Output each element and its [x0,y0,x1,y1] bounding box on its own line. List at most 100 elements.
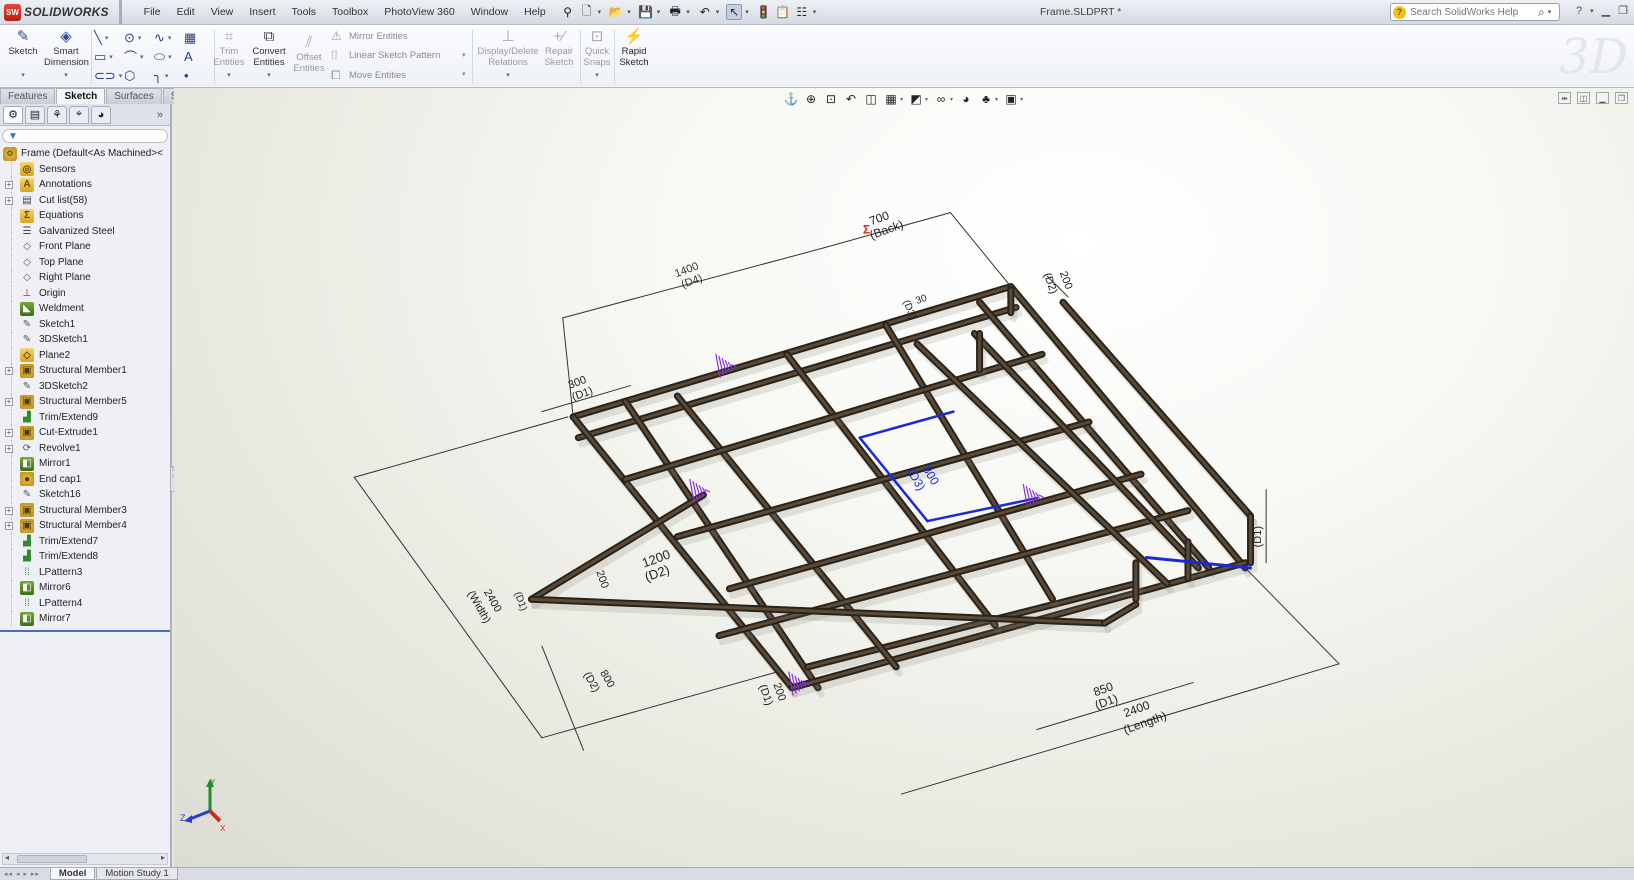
dropdown-arrow-icon[interactable]: ▾ [900,96,903,103]
dropdown-arrow-icon[interactable]: ▾ [745,8,749,16]
circle-tool[interactable]: ⊙ ▾ [124,28,154,47]
repair-sketch-button[interactable]: +⁄ Repair Sketch [542,28,576,68]
tab-navigation-arrows[interactable]: ◂◂ ◂ ▸ ▸▸ [4,870,40,878]
dropdown-arrow-icon[interactable]: ▾ [716,8,720,16]
panel-more-icon[interactable]: » [157,109,163,121]
expand-icon[interactable]: + [5,444,13,453]
slot-tool[interactable]: ⊂⊃ ▾ [94,66,124,85]
trim-dropdown-icon[interactable]: ▾ [212,70,246,81]
tree-item[interactable]: ▟ Trim/Extend8 [0,549,170,565]
undo-icon[interactable]: ↶ [697,4,713,20]
sketch-button[interactable]: ✎ Sketch ▾ [6,28,40,81]
help-button[interactable]: ? [1576,5,1582,17]
view-orientation-dropdown-icon[interactable]: ▦ [884,92,898,106]
rapid-sketch-button[interactable]: ⚡ Rapid Sketch [616,28,652,68]
tree-item[interactable]: ● End cap1 [0,471,170,487]
rebuild-traffic-light-icon[interactable]: 🚦 [756,4,772,20]
hide-show-items-icon[interactable]: ∞ [934,92,948,106]
feature-tree-filter[interactable]: ▼ [2,129,168,143]
solidworks-logo[interactable]: SW SOLIDWORKS [0,0,122,25]
dropdown-arrow-icon[interactable]: ▾ [598,8,602,16]
tree-root-part[interactable]: ⚙ Frame (Default<As Machined>< [0,146,170,162]
tree-item[interactable]: + ▣ Structural Member4 [0,518,170,534]
linear-pattern-dropdown-icon[interactable]: ▾ [462,51,466,59]
dimension-text[interactable]: (D2) [1041,271,1060,295]
linear-sketch-pattern-button[interactable]: ⁞⁞ Linear Sketch Pattern [331,48,440,62]
tab-features[interactable]: Features [0,88,56,104]
expand-icon[interactable]: + [5,196,13,205]
dimension-text[interactable]: 200 [593,569,611,590]
options-icon[interactable]: ☷ [794,4,810,20]
viewport-minimize-button[interactable]: ▁ [1596,92,1609,104]
tab-surfaces[interactable]: Surfaces [106,88,162,104]
quick-snaps-button[interactable]: ⊡ Quick Snaps ▾ [582,28,612,81]
convert-entities-button[interactable]: ⧉ Convert Entities ▾ [250,28,288,81]
dropdown-arrow-icon[interactable]: ▾ [140,53,144,61]
sketch-picture-tool[interactable]: ▦ [184,28,214,47]
rectangle-tool[interactable]: ▭ ▾ [94,47,124,66]
expand-icon[interactable]: + [5,522,13,530]
expand-icon[interactable]: + [5,506,13,515]
panel-horizontal-scrollbar[interactable]: ◂ ▸ [2,853,168,865]
dropdown-arrow-icon[interactable]: ▾ [168,53,172,61]
split-vertical-button[interactable]: ◫ [1577,92,1590,104]
point-tool[interactable]: • [184,66,214,85]
arc-tool[interactable]: ⌒ ▾ [124,47,154,66]
expand-icon[interactable]: + [5,367,13,375]
save-icon[interactable]: 💾 [638,4,654,20]
fillet-tool[interactable]: ╮ ▾ [154,66,184,85]
select-pointer-icon[interactable]: ↖ [726,4,743,20]
menu-view[interactable]: View [203,6,242,18]
help-search-box[interactable]: ? ⌕ ▾ [1390,3,1560,21]
help-search-input[interactable] [1410,6,1538,18]
tab-motion-study-1[interactable]: Motion Study 1 [96,868,178,880]
ellipse-tool[interactable]: ⬭ ▾ [154,47,184,66]
tree-item[interactable]: + ▣ Cut-Extrude1 [0,425,170,441]
help-dropdown-icon[interactable]: ▾ [1590,7,1594,15]
tree-item[interactable]: ◇ Front Plane [0,239,170,255]
scrollbar-thumb[interactable] [17,855,87,863]
tree-item[interactable]: ◧ Mirror7 [0,611,170,627]
tree-item[interactable]: ✎ 3DSketch2 [0,378,170,394]
menu-edit[interactable]: Edit [169,6,203,18]
dropdown-arrow-icon[interactable]: ▾ [1020,96,1023,103]
dropdown-arrow-icon[interactable]: ▾ [686,8,690,16]
text-tool[interactable]: A [184,47,214,66]
tree-item[interactable]: ◣ Weldment [0,301,170,317]
line-tool[interactable]: ╲ ▾ [94,28,124,47]
display-manager-tab[interactable]: ◕ [91,105,111,124]
tree-item[interactable]: ◎ Sensors [0,161,170,177]
tree-item[interactable]: ⊥ Origin [0,285,170,301]
dropdown-arrow-icon[interactable]: ▾ [165,72,169,80]
display-delete-relations-button[interactable]: ⊥ Display/Delete Relations ▾ [476,28,540,81]
menu-photoview-360[interactable]: PhotoView 360 [376,6,462,18]
menu-window[interactable]: Window [463,6,516,18]
trim-entities-button[interactable]: ⌗ Trim Entities ▾ [212,28,246,81]
quick-snaps-dropdown-icon[interactable]: ▾ [582,70,612,81]
graphics-area[interactable]: 700 (Back) 1400 (D4) 300 (D1) 200 (D2) 30 (D3) 800… [174,88,1634,867]
tree-item[interactable]: + ▣ Structural Member5 [0,394,170,410]
dropdown-arrow-icon[interactable]: ▾ [925,96,928,103]
dropdown-arrow-icon[interactable]: ▾ [813,8,817,16]
feature-manager-tab[interactable]: ⚙ [3,105,23,124]
zoom-to-fit-icon[interactable]: ⊕ [804,92,818,106]
dropdown-arrow-icon[interactable]: ▾ [109,53,113,61]
menu-tools[interactable]: Tools [284,6,325,18]
spline-tool[interactable]: ∿ ▾ [154,28,184,47]
tree-item[interactable]: ◇ Plane2 [0,347,170,363]
tree-item[interactable]: ⁞⁞ LPattern3 [0,564,170,580]
tree-item[interactable]: ◧ Mirror6 [0,580,170,596]
dropdown-arrow-icon[interactable]: ▾ [105,34,109,42]
tree-item[interactable]: ◧ Mirror1 [0,456,170,472]
search-dropdown-icon[interactable]: ▾ [1548,8,1552,16]
view-settings-icon[interactable]: ▣ [1004,92,1018,106]
dimension-text[interactable]: (D1) [1252,526,1264,547]
display-relations-dropdown-icon[interactable]: ▾ [476,70,540,81]
move-entities-button[interactable]: ⧠ Move Entities [331,68,406,83]
section-view-icon[interactable]: ◫ [864,92,878,106]
tree-item[interactable]: Σ Equations [0,208,170,224]
split-horizontal-button[interactable]: ⇹ [1558,92,1571,104]
dimension-text[interactable]: (D1) [512,590,529,612]
tree-item[interactable]: ☰ Galvanized Steel [0,223,170,239]
expand-icon[interactable]: + [5,398,13,406]
